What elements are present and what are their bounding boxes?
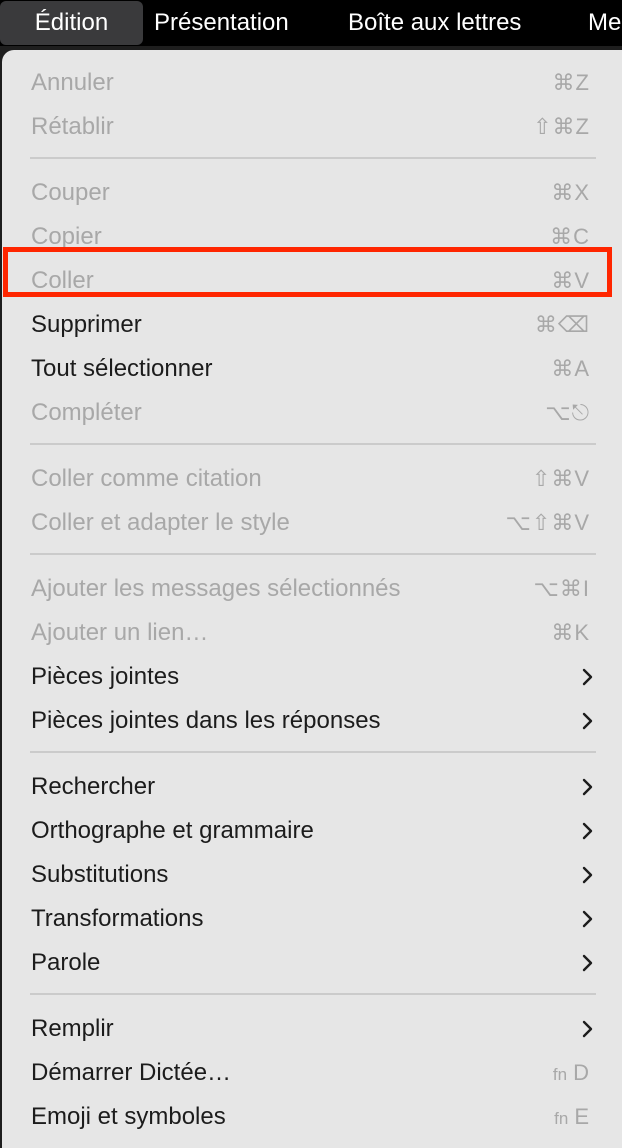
menu-item-label: Remplir [31,1015,114,1042]
menu-item-label: Supprimer [31,311,142,338]
shortcut-text: ⌘⌫ [534,312,590,337]
menu-item-label: Couper [31,179,110,206]
menu-item-supprimer[interactable]: Supprimer ⌘⌫ [2,303,622,347]
fn-key-label: fn [554,1109,569,1128]
shortcut-text: fn E [554,1095,590,1141]
menu-item-label: Annuler [31,69,114,96]
shortcut-text: ⌘K [551,620,590,645]
menu-separator [30,553,596,555]
menu-separator [30,993,596,995]
menu-item-tout-selectionner[interactable]: Tout sélectionner ⌘A [2,347,622,391]
chevron-right-icon [582,954,593,972]
menubar-item-edition[interactable]: Édition [0,1,143,45]
menu-item-annuler[interactable]: Annuler ⌘Z [2,61,622,105]
menu-bar: Édition Présentation Boîte aux lettres M… [0,0,622,46]
menu-item-orthographe-grammaire[interactable]: Orthographe et grammaire [2,809,622,853]
menu-item-completer[interactable]: Compléter ⌥⎋ [2,391,622,435]
shortcut-text: ⌘X [551,180,590,205]
chevron-right-icon [582,778,593,796]
shortcut-text: ⇧⌘V [531,466,590,491]
chevron-right-icon [582,668,593,686]
shortcut-text: ⌥⌘I [533,576,590,601]
menu-item-label: Démarrer Dictée… [31,1059,232,1086]
menu-item-retablir[interactable]: Rétablir ⇧⌘Z [2,105,622,149]
highlight-box [3,247,612,297]
menu-item-pieces-jointes[interactable]: Pièces jointes [2,655,622,699]
menu-item-label: Ajouter les messages sélectionnés [31,575,401,602]
menu-item-couper[interactable]: Couper ⌘X [2,171,622,215]
menu-item-ajouter-un-lien[interactable]: Ajouter un lien… ⌘K [2,611,622,655]
menu-item-label: Coller comme citation [31,465,262,492]
menu-item-label: Rechercher [31,773,156,800]
menu-item-pieces-jointes-reponses[interactable]: Pièces jointes dans les réponses [2,699,622,743]
shortcut-text: ⌥⇧⌘V [505,510,590,535]
menu-item-coller-et-adapter-le-style[interactable]: Coller et adapter le style ⌥⇧⌘V [2,501,622,545]
shortcut-text: ⌘A [551,356,590,381]
shortcut-key: E [574,1104,590,1129]
menu-separator [30,443,596,445]
menu-item-label: Orthographe et grammaire [31,817,314,844]
shortcut-key: D [573,1060,590,1085]
shortcut-text: ⇧⌘Z [533,114,590,139]
fn-key-label: fn [552,1065,568,1084]
menu-item-label: Parole [31,949,101,976]
menu-separator [30,751,596,753]
shortcut-text: ⌥⎋ [545,400,590,425]
menubar-item-presentation[interactable]: Présentation [154,0,289,46]
menu-item-substitutions[interactable]: Substitutions [2,853,622,897]
menu-item-rechercher[interactable]: Rechercher [2,765,622,809]
menu-item-label: Ajouter un lien… [31,619,209,646]
menubar-item-boite-aux-lettres[interactable]: Boîte aux lettres [348,0,521,46]
menu-item-label: Pièces jointes dans les réponses [31,707,381,734]
menu-item-label: Coller et adapter le style [31,509,290,536]
menu-item-label: Rétablir [31,113,114,140]
menu-item-label: Compléter [31,399,142,426]
menu-item-demarrer-dictee[interactable]: Démarrer Dictée… fn D [2,1051,622,1095]
menu-item-label: Emoji et symboles [31,1103,226,1130]
menu-item-label: Substitutions [31,861,169,888]
chevron-right-icon [582,822,593,840]
menu-item-label: Transformations [31,905,204,932]
chevron-right-icon [582,866,593,884]
menu-item-parole[interactable]: Parole [2,941,622,985]
shortcut-text: fn D [553,1051,590,1097]
menu-item-emoji-et-symboles[interactable]: Emoji et symboles fn E [2,1095,622,1139]
menu-item-coller-comme-citation[interactable]: Coller comme citation ⇧⌘V [2,457,622,501]
menu-item-ajouter-messages-selectionnes[interactable]: Ajouter les messages sélectionnés ⌥⌘I [2,567,622,611]
menu-item-remplir[interactable]: Remplir [2,1007,622,1051]
menu-separator [30,157,596,159]
menu-item-label: Pièces jointes [31,663,180,690]
menu-item-transformations[interactable]: Transformations [2,897,622,941]
edit-menu-dropdown: Annuler ⌘Z Rétablir ⇧⌘Z Couper ⌘X Copier… [2,50,622,1148]
chevron-right-icon [582,1020,593,1038]
chevron-right-icon [582,712,593,730]
menubar-item-messages[interactable]: Me [588,0,621,46]
shortcut-text: ⌘Z [552,70,590,95]
menu-item-label: Tout sélectionner [31,355,213,382]
chevron-right-icon [582,910,593,928]
